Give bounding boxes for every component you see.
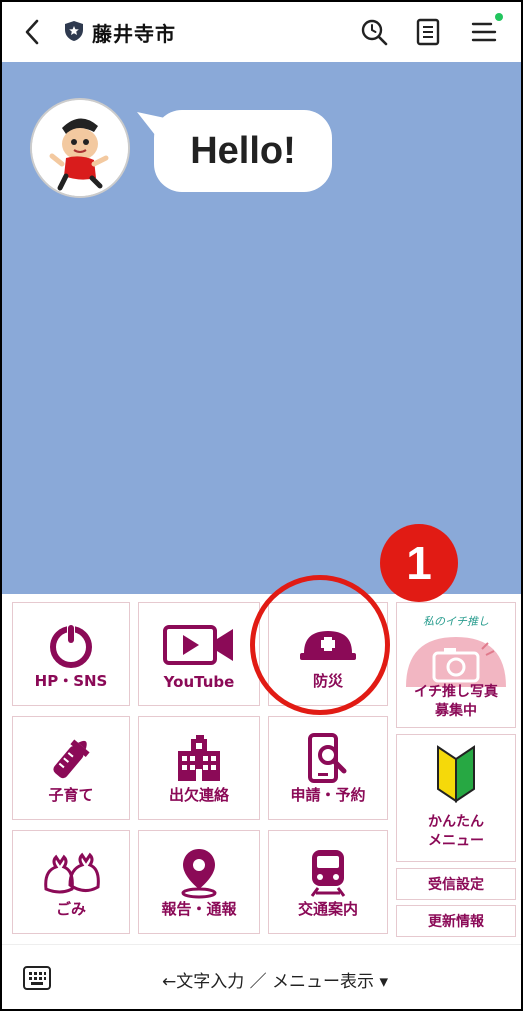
header-bar: 藤井寺市: [2, 2, 521, 62]
tile-label: 子育て: [48, 786, 94, 804]
page-title: 藤井寺市: [92, 22, 176, 46]
shield-icon: [65, 21, 83, 41]
settings-label: 受信設定: [428, 877, 484, 893]
keyboard-icon[interactable]: [22, 965, 52, 991]
menu-tile-application[interactable]: 申請・予約: [268, 716, 388, 820]
chat-area: Hello!: [2, 62, 521, 594]
camera-icon: [406, 637, 506, 687]
menu-tile-easy-menu[interactable]: かんたん メニュー: [396, 734, 516, 862]
easy-menu-line2: メニュー: [428, 833, 484, 849]
notes-button[interactable]: [412, 14, 444, 50]
promo-label-line1: イチ推し写真: [414, 684, 498, 700]
tile-label: 出欠連絡: [168, 786, 229, 804]
search-button[interactable]: [358, 14, 390, 50]
promo-label-line2: 募集中: [435, 703, 477, 719]
input-toggle-link[interactable]: ←文字入力 ／ メニュー表示 ▾: [162, 967, 388, 992]
back-button[interactable]: [16, 14, 48, 50]
menu-tile-hp-sns[interactable]: HP・SNS: [12, 602, 130, 706]
promo-handwriting: 私のイチ推し: [423, 615, 489, 628]
phone-search-icon: [308, 733, 347, 783]
garbage-bag-icon: [44, 852, 100, 894]
menu-tile-garbage[interactable]: ごみ: [12, 830, 130, 934]
settings-button[interactable]: 受信設定: [396, 868, 516, 900]
footer-bar: ←文字入力 ／ メニュー表示 ▾: [2, 944, 521, 1009]
menu-tile-youtube[interactable]: YouTube: [138, 602, 260, 706]
avatar[interactable]: [30, 98, 130, 198]
notes-icon: [416, 18, 440, 46]
online-indicator: [495, 13, 503, 21]
highlight-circle: [250, 575, 390, 715]
menu-tile-report[interactable]: 報告・通報: [138, 830, 260, 934]
menu-tile-transport[interactable]: 交通案内: [268, 830, 388, 934]
tile-label: YouTube: [163, 673, 235, 691]
tile-label: 申請・予約: [290, 786, 366, 804]
baby-bottle-icon: [53, 739, 90, 779]
video-icon: [163, 625, 233, 665]
tile-label: HP・SNS: [34, 672, 108, 690]
menu-tile-attendance[interactable]: 出欠連絡: [138, 716, 260, 820]
menu-tile-photo-promo[interactable]: 私のイチ推し イチ推し写真 募集中: [396, 602, 516, 728]
updates-button[interactable]: 更新情報: [396, 905, 516, 937]
updates-label: 更新情報: [428, 914, 484, 930]
train-icon: [310, 850, 346, 897]
mascot-icon: [32, 100, 128, 196]
easy-menu-line1: かんたん: [428, 814, 484, 830]
beginner-mark-icon: [437, 745, 475, 803]
search-history-icon: [361, 19, 388, 46]
app-frame: 藤井寺市 Hello! 1 HP・SNS YouTube 防災 子育て 出欠連絡…: [0, 0, 523, 1011]
hamburger-icon: [471, 22, 497, 42]
tile-label: 交通案内: [297, 900, 358, 918]
chevron-left-icon: [25, 19, 39, 45]
school-icon: [178, 735, 220, 781]
tile-label: 報告・通報: [161, 900, 237, 918]
power-icon: [50, 623, 92, 668]
menu-tile-kosodate[interactable]: 子育て: [12, 716, 130, 820]
map-pin-icon: [181, 849, 217, 899]
message-text: Hello!: [190, 129, 296, 172]
message-bubble: Hello!: [154, 110, 332, 192]
step-number-badge: 1: [380, 524, 458, 602]
tile-label: ごみ: [55, 900, 86, 918]
